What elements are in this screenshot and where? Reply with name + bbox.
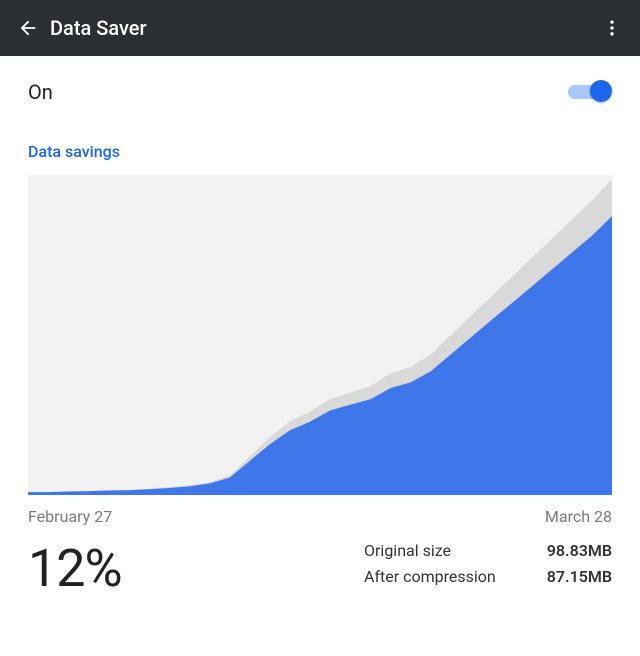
compressed-size-label: After compression xyxy=(364,564,514,590)
savings-percent: 12% xyxy=(28,538,122,599)
toggle-label: On xyxy=(28,80,53,104)
data-saver-toggle[interactable] xyxy=(568,80,612,104)
compressed-size-value: 87.15MB xyxy=(532,564,612,590)
date-range-row: February 27 March 28 xyxy=(28,495,612,534)
size-table: Original size 98.83MB After compression … xyxy=(364,538,612,589)
switch-thumb xyxy=(590,80,612,102)
toggle-row: On xyxy=(28,56,612,116)
stats-row: 12% Original size 98.83MB After compress… xyxy=(28,534,612,599)
original-size-row: Original size 98.83MB xyxy=(364,538,612,564)
back-button[interactable] xyxy=(12,12,44,44)
start-date: February 27 xyxy=(28,507,112,526)
end-date: March 28 xyxy=(545,507,612,526)
original-size-value: 98.83MB xyxy=(532,538,612,564)
chart-svg xyxy=(28,175,612,495)
data-savings-chart xyxy=(28,175,612,495)
app-bar: Data Saver xyxy=(0,0,640,56)
more-vert-icon xyxy=(602,18,622,38)
page-title: Data Saver xyxy=(50,16,596,40)
content-area: On Data savings February 27 March 28 12%… xyxy=(0,56,640,599)
overflow-menu-button[interactable] xyxy=(596,12,628,44)
data-savings-label: Data savings xyxy=(28,116,612,175)
compressed-size-row: After compression 87.15MB xyxy=(364,564,612,590)
arrow-left-icon xyxy=(17,17,39,39)
original-size-label: Original size xyxy=(364,538,514,564)
compressed-area xyxy=(28,216,612,495)
